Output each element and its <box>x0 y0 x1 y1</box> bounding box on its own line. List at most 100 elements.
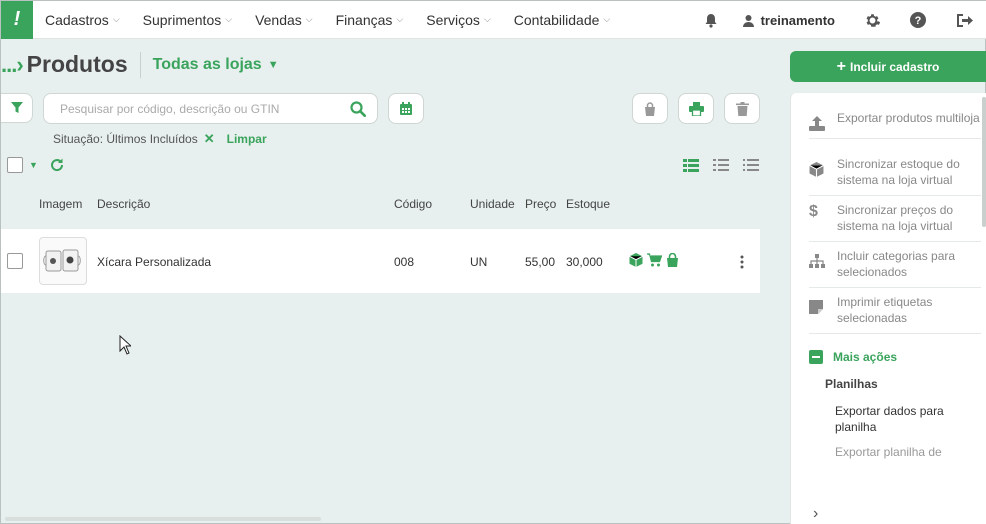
clear-filters-link[interactable]: Limpar <box>227 132 267 146</box>
upload-icon <box>809 110 837 131</box>
print-icon <box>688 101 704 116</box>
select-all-checkbox[interactable] <box>7 157 23 173</box>
calendar-button[interactable] <box>388 93 424 124</box>
product-thumbnail[interactable] <box>39 237 87 285</box>
nav-item-label: Contabilidade <box>513 11 600 28</box>
search-icon[interactable] <box>350 101 366 122</box>
cell-codigo: 008 <box>394 255 415 269</box>
user-icon <box>742 14 754 27</box>
table-row[interactable]: Xícara Personalizada 008 UN 55,00 30,000 <box>1 229 760 293</box>
action-label: Exportar produtos multiloja <box>837 111 980 125</box>
export-spreadsheet-template-link[interactable]: Exportar planilha de <box>835 444 975 460</box>
more-actions-toggle[interactable]: Mais ações <box>809 350 897 364</box>
shopping-bag-icon <box>645 101 655 116</box>
caret-down-icon: ▼ <box>267 58 279 71</box>
cell-estoque: 30,000 <box>566 255 603 269</box>
app-logo[interactable]: ! <box>1 0 33 39</box>
page-header: ...› Produtos Todas as lojas ▼ <box>1 51 279 78</box>
remove-filter-icon[interactable]: ✕ <box>204 131 215 147</box>
action-add-categories[interactable]: Incluir categorias para selecionados <box>809 248 981 288</box>
nav-item-vendas[interactable]: Vendas ⌵ <box>255 12 313 28</box>
view-compact-icon[interactable] <box>743 159 759 173</box>
col-header-imagem[interactable]: Imagem <box>39 197 82 211</box>
user-menu[interactable]: treinamento <box>742 13 835 28</box>
filter-toggle-button[interactable] <box>1 93 33 123</box>
main-nav: Cadastros ⌵ Suprimentos ⌵ Vendas ⌵ Finanças… <box>45 12 633 28</box>
export-spreadsheet-link[interactable]: Exportar dados para planilha <box>835 403 975 435</box>
horizontal-scrollbar[interactable] <box>5 517 321 521</box>
chevron-down-icon: ⌵ <box>112 14 120 24</box>
action-export-multistore[interactable]: Exportar produtos multiloja <box>809 110 981 139</box>
row-checkbox[interactable] <box>7 253 23 269</box>
col-header-estoque[interactable]: Estoque <box>566 197 610 211</box>
cart-icon <box>647 253 662 267</box>
view-list-icon[interactable] <box>713 159 729 173</box>
nav-item-label: Cadastros <box>45 11 109 28</box>
action-label: Imprimir etiquetas selecionadas <box>837 295 933 325</box>
selection-toolbar: ▼ <box>7 157 64 173</box>
sticky-note-icon <box>809 294 837 326</box>
cell-preco: 55,00 <box>525 255 556 269</box>
sidebar-scrollbar[interactable] <box>982 97 986 227</box>
help-icon[interactable]: ? <box>895 1 941 39</box>
chevron-down-icon: ⌵ <box>396 14 404 24</box>
breadcrumb-text: ... <box>1 51 17 77</box>
cell-descricao[interactable]: Xícara Personalizada <box>97 255 211 269</box>
nav-item-servicos[interactable]: Serviços ⌵ <box>426 12 491 28</box>
calendar-icon <box>400 101 412 115</box>
chevron-right-icon: › <box>16 51 23 77</box>
col-header-preco[interactable]: Preço <box>525 197 556 211</box>
col-header-descricao[interactable]: Descrição <box>97 197 150 211</box>
refresh-icon[interactable] <box>50 158 64 172</box>
shopping-bag-icon <box>666 253 679 267</box>
view-cards-icon[interactable] <box>683 159 699 173</box>
delete-button[interactable] <box>724 93 760 124</box>
col-header-unidade[interactable]: Unidade <box>470 197 515 211</box>
sitemap-icon <box>809 248 837 280</box>
search-input[interactable] <box>44 101 334 116</box>
dollar-icon: $ <box>809 203 818 220</box>
nav-item-cadastros[interactable]: Cadastros ⌵ <box>45 12 120 28</box>
col-header-codigo[interactable]: Código <box>394 197 432 211</box>
gear-icon[interactable] <box>849 1 895 39</box>
header-divider <box>139 51 141 78</box>
store-selector-label: Todas as lojas <box>152 55 262 73</box>
svg-text:?: ? <box>915 15 922 27</box>
actions-sidebar: Exportar produtos multiloja Sincronizar … <box>790 93 986 524</box>
search-box <box>43 93 378 124</box>
active-filter-label: Situação: Últimos Incluídos <box>53 132 198 146</box>
more-actions-label: Mais ações <box>833 350 898 364</box>
nav-item-financas[interactable]: Finanças ⌵ <box>336 12 404 28</box>
page-title: Produtos <box>26 51 128 77</box>
action-label: Incluir categorias para selecionados <box>837 249 956 279</box>
chevron-right-icon[interactable]: › <box>813 505 818 523</box>
active-filter: Situação: Últimos Incluídos ✕ Limpar <box>53 131 267 147</box>
chevron-down-icon: ⌵ <box>305 14 313 24</box>
caret-down-icon[interactable]: ▼ <box>29 160 38 170</box>
print-button[interactable] <box>678 93 714 124</box>
chevron-down-icon: ⌵ <box>225 14 233 24</box>
view-mode-switcher <box>683 159 773 173</box>
nav-item-contabilidade[interactable]: Contabilidade ⌵ <box>514 12 610 28</box>
action-print-labels[interactable]: Imprimir etiquetas selecionadas <box>809 294 981 334</box>
trash-icon <box>735 101 749 116</box>
action-label: Sincronizar preços do sistema na loja vi… <box>837 203 954 233</box>
breadcrumb[interactable]: ...› <box>1 51 24 78</box>
store-selector[interactable]: Todas as lojas ▼ <box>153 56 279 74</box>
chevron-down-icon: ⌵ <box>483 14 491 24</box>
top-navbar: ! Cadastros ⌵ Suprimentos ⌵ Vendas ⌵ Finanç… <box>1 0 986 39</box>
logout-icon[interactable] <box>941 1 986 39</box>
notifications-bell-icon[interactable] <box>688 1 734 39</box>
minus-square-icon <box>809 350 823 364</box>
cell-unidade: UN <box>470 255 488 269</box>
row-kebab-menu-icon[interactable] <box>739 255 745 272</box>
top-right-actions: treinamento ? <box>688 1 986 39</box>
action-sync-prices[interactable]: $ Sincronizar preços do sistema na loja … <box>809 202 981 242</box>
add-record-button[interactable]: + Incluir cadastro <box>790 51 986 82</box>
shopping-bag-button[interactable] <box>632 93 668 124</box>
nav-item-suprimentos[interactable]: Suprimentos ⌵ <box>143 12 232 28</box>
filter-icon <box>10 102 23 113</box>
add-record-label: Incluir cadastro <box>849 59 940 74</box>
box-icon <box>809 156 837 188</box>
action-sync-stock[interactable]: Sincronizar estoque do sistema na loja v… <box>809 156 981 196</box>
